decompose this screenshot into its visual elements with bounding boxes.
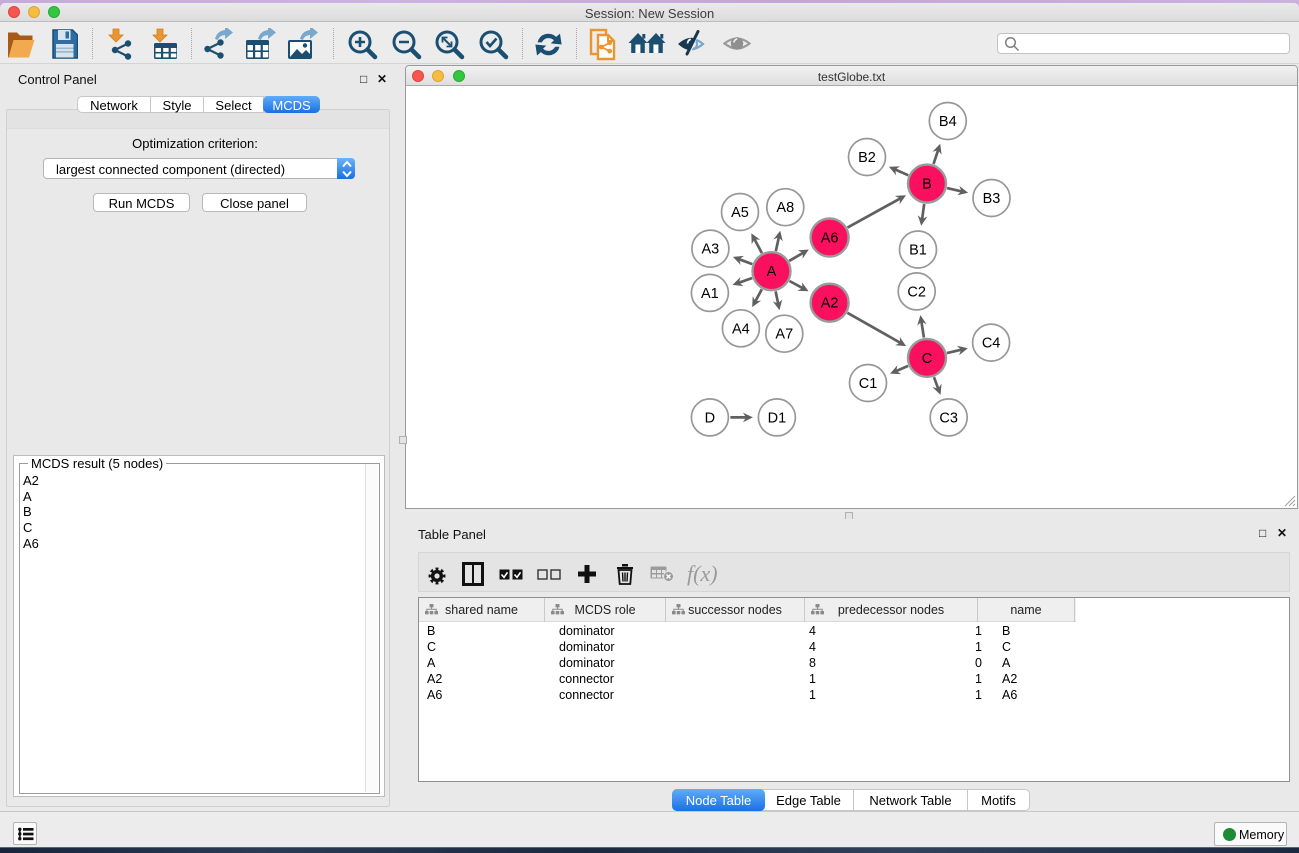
svg-text:A3: A3: [702, 242, 720, 258]
svg-text:A7: A7: [775, 327, 793, 343]
svg-text:A1: A1: [701, 286, 719, 302]
svg-text:A: A: [767, 264, 777, 280]
svg-text:A4: A4: [732, 321, 750, 337]
svg-text:A5: A5: [731, 205, 749, 221]
svg-text:B3: B3: [983, 191, 1001, 207]
svg-text:C3: C3: [939, 410, 958, 426]
svg-text:C1: C1: [859, 376, 878, 392]
svg-text:C2: C2: [907, 284, 926, 300]
svg-text:C4: C4: [982, 336, 1001, 352]
svg-text:C: C: [922, 351, 932, 367]
svg-text:B2: B2: [858, 150, 876, 166]
svg-text:D: D: [705, 410, 715, 426]
svg-text:A6: A6: [821, 231, 839, 247]
svg-text:A2: A2: [821, 296, 839, 312]
svg-text:D1: D1: [768, 410, 787, 426]
svg-text:B4: B4: [939, 114, 957, 130]
svg-text:B1: B1: [909, 243, 927, 259]
svg-text:A8: A8: [776, 200, 794, 216]
svg-text:B: B: [922, 177, 932, 193]
